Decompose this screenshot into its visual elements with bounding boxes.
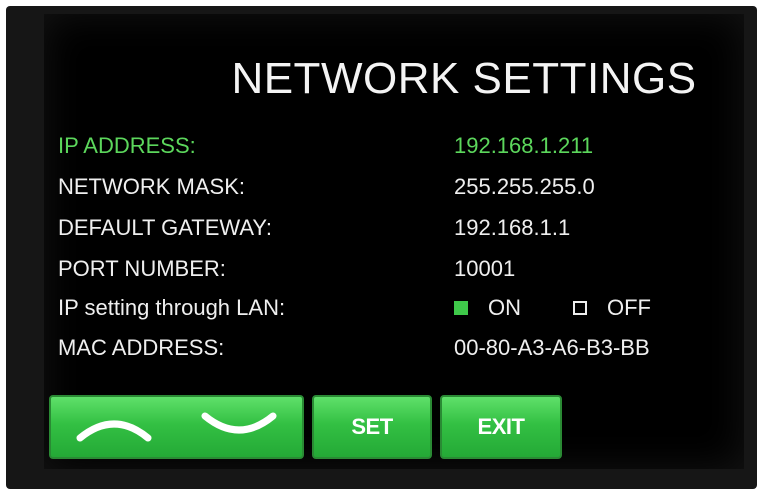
default-gateway-label: DEFAULT GATEWAY:: [58, 215, 272, 240]
lan-off-label: OFF: [607, 295, 651, 320]
page-title: NETWORK SETTINGS: [231, 54, 697, 103]
unchecked-box-icon[interactable]: [573, 301, 587, 315]
display-screen: NETWORK SETTINGS IP ADDRESS: 192.168.1.2…: [44, 14, 744, 469]
set-button[interactable]: SET: [312, 395, 432, 459]
port-number-row[interactable]: PORT NUMBER: 10001: [58, 252, 738, 286]
lan-setting-options: ON OFF: [454, 291, 651, 325]
mac-address-row: MAC ADDRESS: 00-80-A3-A6-B3-BB: [58, 331, 738, 365]
navigation-button-group: [49, 395, 304, 459]
lan-on-option[interactable]: ON: [454, 291, 521, 325]
ip-address-label: IP ADDRESS:: [58, 133, 196, 158]
chevron-down-icon: [201, 412, 277, 434]
port-number-value: 10001: [454, 256, 516, 281]
port-number-label: PORT NUMBER:: [58, 256, 226, 281]
mac-address-value: 00-80-A3-A6-B3-BB: [454, 335, 650, 360]
lan-setting-label: IP setting through LAN:: [58, 295, 286, 320]
default-gateway-value: 192.168.1.1: [454, 215, 571, 240]
ip-address-value: 192.168.1.211: [454, 133, 594, 158]
up-button[interactable]: [51, 397, 177, 457]
lan-setting-row: IP setting through LAN: ON OFF: [58, 291, 738, 325]
network-mask-value: 255.255.255.0: [454, 174, 595, 199]
ip-address-row[interactable]: IP ADDRESS: 192.168.1.211: [58, 129, 738, 163]
chevron-up-icon: [76, 420, 152, 442]
down-button[interactable]: [177, 397, 303, 457]
default-gateway-row[interactable]: DEFAULT GATEWAY: 192.168.1.1: [58, 211, 738, 245]
network-mask-label: NETWORK MASK:: [58, 174, 246, 199]
exit-button[interactable]: EXIT: [440, 395, 562, 459]
device-bezel: NETWORK SETTINGS IP ADDRESS: 192.168.1.2…: [6, 6, 757, 489]
network-mask-row[interactable]: NETWORK MASK: 255.255.255.0: [58, 170, 738, 204]
mac-address-label: MAC ADDRESS:: [58, 335, 225, 360]
lan-off-option[interactable]: OFF: [573, 291, 651, 325]
checked-box-icon[interactable]: [454, 301, 468, 315]
lan-on-label: ON: [488, 295, 521, 320]
